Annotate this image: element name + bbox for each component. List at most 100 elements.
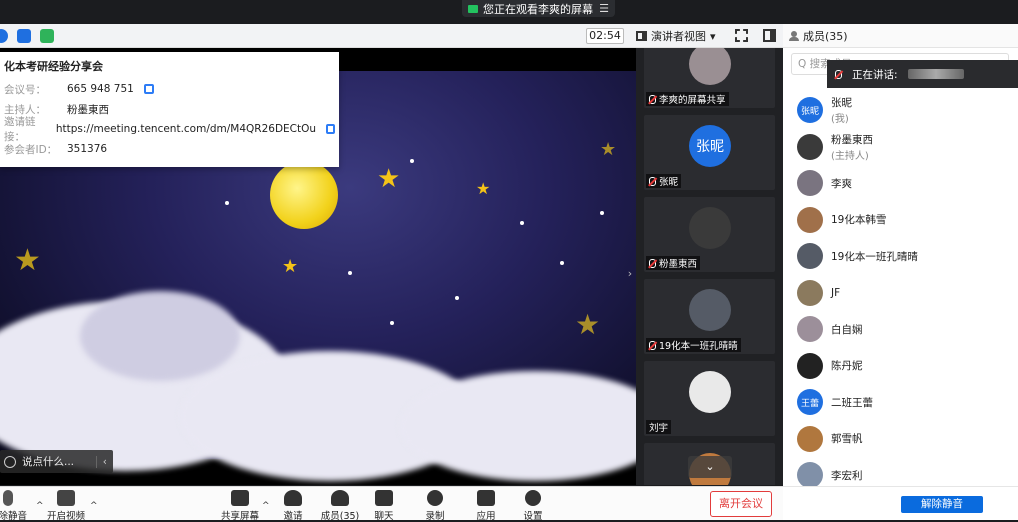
avatar: [689, 207, 731, 249]
settings-button[interactable]: 设置: [513, 490, 553, 522]
meeting-info-card: 化本考研经验分享会 会议号： 665 948 751 主持人： 粉墨東西 邀请链…: [0, 52, 339, 167]
chevron-up-icon[interactable]: ^: [90, 501, 98, 511]
person-icon: [789, 30, 799, 41]
member-row[interactable]: 粉墨東西 (主持人): [783, 129, 1018, 166]
emoji-icon[interactable]: [4, 455, 16, 468]
screen-share-icon: [649, 94, 656, 104]
scroll-down-icon[interactable]: ⌄: [688, 456, 732, 478]
star-dot: [600, 211, 604, 215]
shield-icon[interactable]: [17, 29, 31, 43]
invite-link-value[interactable]: https://meeting.tencent.com/dm/M4QR26DEC…: [56, 123, 316, 135]
info-label: 参会者ID：: [4, 143, 58, 156]
avatar: 张昵: [797, 97, 823, 124]
member-row[interactable]: 李爽: [783, 165, 1018, 202]
members-panel: Q 搜索成员 正在讲话: 张昵 张昵 (我) 粉墨東西 (主持人) 李爽 19化本韩雪 19化…: [783, 48, 1018, 486]
view-mode-label: 演讲者视图: [651, 30, 706, 43]
member-row[interactable]: JF: [783, 275, 1018, 312]
info-icon[interactable]: [0, 29, 8, 43]
member-text: 郭雪帆: [831, 431, 863, 446]
invite-button[interactable]: 邀请: [273, 490, 313, 522]
tool-label: 开启视频: [46, 511, 85, 522]
cloud-shape: [80, 291, 240, 381]
signal-icon[interactable]: [40, 29, 54, 43]
chat-button[interactable]: 聊天: [364, 490, 404, 522]
member-role: (我): [831, 114, 849, 126]
unmute-button[interactable]: 解除静音: [0, 490, 28, 522]
member-text: 白自娴: [831, 322, 863, 337]
participant-id-value: 351376: [67, 143, 108, 155]
tile-name: 张昵: [659, 177, 679, 188]
member-role: (主持人): [831, 150, 869, 162]
member-row[interactable]: 王蕾 二班王蕾: [783, 384, 1018, 421]
copy-icon[interactable]: [326, 124, 335, 134]
tool-label: 解除静音: [0, 511, 27, 522]
share-screen-button[interactable]: 共享屏幕: [220, 490, 260, 522]
camera-icon: [468, 4, 478, 13]
star-icon: ★: [14, 243, 41, 278]
tile-name: 李爽的屏幕共享: [659, 95, 726, 106]
speaker-view-icon: [636, 31, 647, 41]
tool-label: 应用: [476, 511, 496, 522]
video-tile[interactable]: 19化本一班孔晴晴: [644, 279, 775, 354]
layout-icon[interactable]: [763, 29, 776, 42]
chat-input[interactable]: 说点什么... ‹: [0, 450, 113, 473]
bottom-toolbar: 解除静音 ^ 开启视频 ^ 共享屏幕 ^ 邀请 成员(35) 聊天 录制 应用 …: [0, 486, 783, 522]
info-label: 会议号：: [4, 83, 46, 96]
tile-name-tag: 粉墨東西: [646, 256, 701, 270]
tool-label: 邀请: [283, 511, 303, 522]
video-strip: 李爽的屏幕共享 张昵 张昵 粉墨東西 19化本一班孔晴晴 刘宇 ⌄: [636, 48, 783, 485]
member-text: 陈丹妮: [831, 358, 863, 373]
member-row[interactable]: 19化本韩雪: [783, 202, 1018, 239]
video-tile[interactable]: 粉墨東西: [644, 197, 775, 272]
members-footer: 解除静音: [783, 486, 1018, 520]
info-row-participant-id: 参会者ID： 351376: [4, 139, 335, 159]
copy-icon[interactable]: [143, 84, 154, 94]
chevron-left-icon[interactable]: ‹: [95, 455, 113, 468]
info-row-meeting-id: 会议号： 665 948 751: [4, 79, 335, 99]
screen-share-banner: 您正在观看李爽的屏幕 ☰: [462, 0, 615, 17]
collapse-strip-icon[interactable]: ›: [625, 262, 635, 286]
member-row[interactable]: 张昵 张昵 (我): [783, 92, 1018, 129]
tile-name-tag: 李爽的屏幕共享: [646, 92, 729, 106]
member-row[interactable]: 19化本一班孔晴晴: [783, 238, 1018, 275]
video-tile[interactable]: 刘宇: [644, 361, 775, 436]
apps-button[interactable]: 应用: [466, 490, 506, 522]
member-text: JF: [831, 287, 840, 299]
member-row[interactable]: 白自娴: [783, 311, 1018, 348]
video-tile[interactable]: 李爽的屏幕共享: [644, 48, 775, 108]
member-row[interactable]: 陈丹妮: [783, 348, 1018, 385]
start-video-button[interactable]: 开启视频: [46, 490, 86, 522]
member-name: 李爽: [831, 177, 852, 190]
tool-label: 共享屏幕: [220, 511, 259, 522]
tool-label: 成员(35): [320, 511, 360, 522]
fullscreen-icon[interactable]: [735, 29, 748, 42]
tool-label: 录制: [425, 511, 445, 522]
moon-shape: [270, 161, 338, 229]
mic-off-icon: [835, 69, 842, 79]
chevron-down-icon: ▾: [710, 29, 716, 43]
tile-name: 刘宇: [649, 423, 669, 434]
chevron-up-icon[interactable]: ^: [262, 501, 270, 511]
member-row[interactable]: 李宏利: [783, 457, 1018, 486]
invite-icon: [284, 490, 302, 506]
record-button[interactable]: 录制: [415, 490, 455, 522]
star-icon: ★: [282, 256, 299, 277]
tool-label: 设置: [523, 511, 543, 522]
video-tile[interactable]: 张昵 张昵: [644, 115, 775, 190]
banner-menu-icon[interactable]: ☰: [599, 2, 609, 15]
mic-off-icon: [649, 340, 656, 350]
chevron-up-icon[interactable]: ^: [36, 501, 44, 511]
star-icon: ★: [377, 164, 401, 194]
avatar: 张昵: [689, 125, 731, 167]
unmute-all-button[interactable]: 解除静音: [901, 496, 983, 513]
chat-placeholder: 说点什么...: [22, 456, 75, 468]
member-text: 李宏利: [831, 468, 863, 483]
members-button[interactable]: 成员(35): [320, 490, 360, 522]
leave-meeting-button[interactable]: 离开会议: [710, 491, 772, 517]
tile-name-tag: 刘宇: [646, 420, 672, 434]
member-name: 二班王蕾: [831, 396, 873, 409]
avatar: [797, 279, 823, 306]
member-row[interactable]: 郭雪帆: [783, 421, 1018, 458]
avatar: [797, 462, 823, 486]
view-mode-button[interactable]: 演讲者视图 ▾: [636, 28, 716, 44]
